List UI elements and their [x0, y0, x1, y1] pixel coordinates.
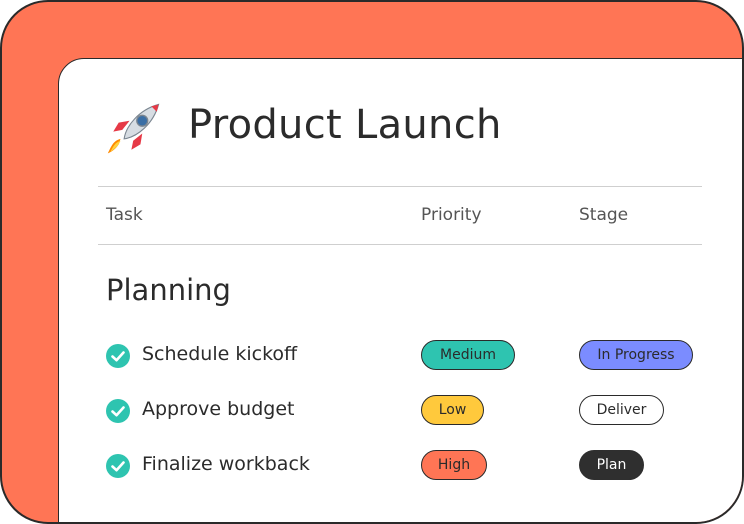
title-icon-wrap	[106, 98, 164, 158]
task-name[interactable]: Approve budget	[142, 398, 294, 420]
header-bottom-divider	[98, 244, 702, 245]
task-row[interactable]: Finalize workback High Plan	[106, 450, 706, 482]
task-name[interactable]: Finalize workback	[142, 453, 310, 475]
rocket-icon	[107, 103, 160, 154]
stage-badge-in-progress[interactable]: In Progress	[579, 340, 693, 370]
column-header-stage[interactable]: Stage	[579, 205, 628, 225]
group-title: Planning	[106, 273, 231, 307]
check-circle-icon[interactable]	[106, 454, 130, 478]
priority-badge-high[interactable]: High	[421, 450, 487, 480]
task-name[interactable]: Schedule kickoff	[142, 343, 297, 365]
priority-badge-medium[interactable]: Medium	[421, 340, 515, 370]
priority-badge-low[interactable]: Low	[421, 395, 484, 425]
column-header-task[interactable]: Task	[106, 205, 143, 225]
stage-badge-plan[interactable]: Plan	[579, 450, 644, 480]
check-circle-icon[interactable]	[106, 399, 130, 423]
check-circle-icon[interactable]	[106, 344, 130, 368]
stage-badge-deliver[interactable]: Deliver	[579, 395, 664, 425]
header-top-divider	[98, 186, 702, 187]
task-row[interactable]: Approve budget Low Deliver	[106, 395, 706, 427]
page-title: Product Launch	[188, 102, 502, 148]
column-header-priority[interactable]: Priority	[421, 205, 482, 225]
task-row[interactable]: Schedule kickoff Medium In Progress	[106, 340, 706, 372]
app-frame	[0, 0, 744, 524]
